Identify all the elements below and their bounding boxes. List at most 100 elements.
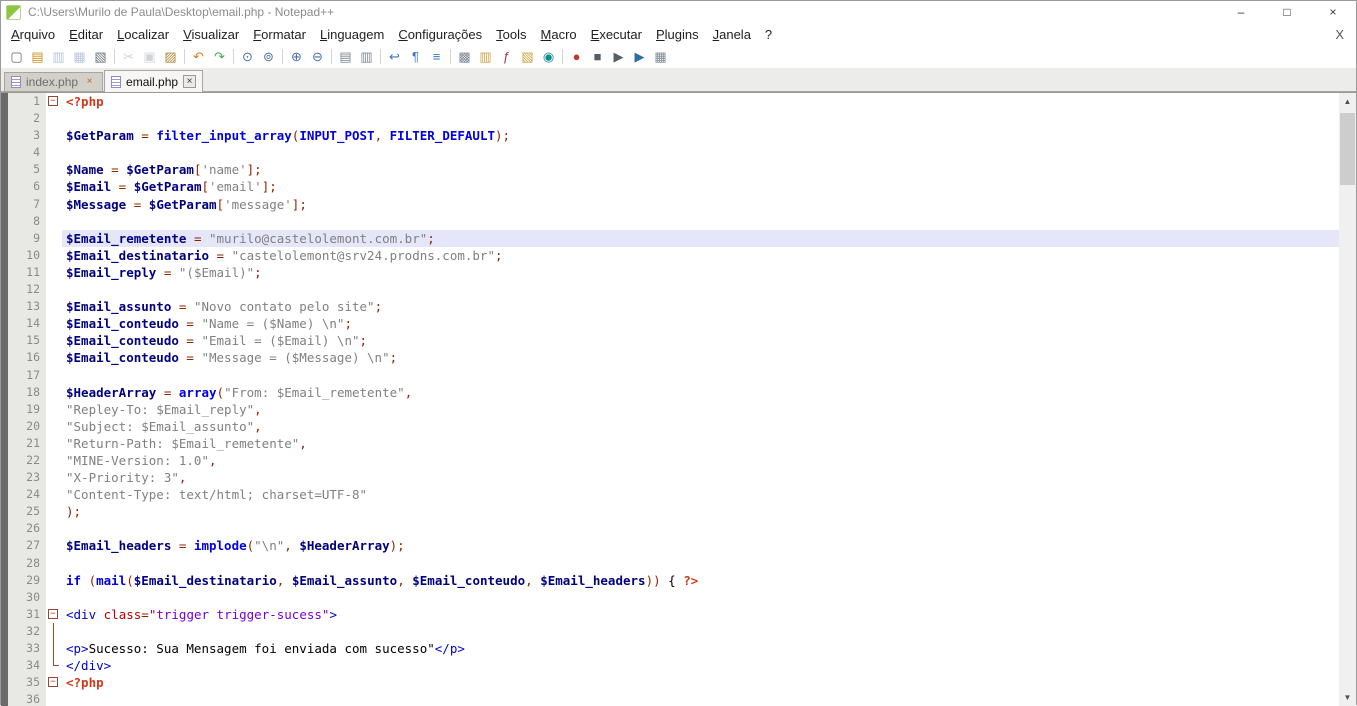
code-line[interactable]: 32: [8, 623, 1339, 640]
minimize-button[interactable]: –: [1218, 1, 1264, 23]
menu-item-macro[interactable]: Macro: [534, 25, 584, 44]
code-line[interactable]: 21"Return-Path: $Email_remetente",: [8, 435, 1339, 452]
code-line[interactable]: 28: [8, 555, 1339, 572]
code-line[interactable]: 23"X-Priority: 3",: [8, 469, 1339, 486]
code-line[interactable]: 15$Email_conteudo = "Email = ($Email) \n…: [8, 332, 1339, 349]
code-line[interactable]: 17: [8, 367, 1339, 384]
macro-stop-icon[interactable]: ■: [587, 47, 608, 67]
code-line[interactable]: 24"Content-Type: text/html; charset=UTF-…: [8, 486, 1339, 503]
macro-play-icon[interactable]: ▶: [608, 47, 629, 67]
menu-item-arquivo[interactable]: Arquivo: [4, 25, 62, 44]
code-text: $Message = $GetParam['message'];: [62, 196, 1339, 213]
user-dialog-icon[interactable]: ▩: [454, 47, 475, 67]
code-line[interactable]: 30: [8, 589, 1339, 606]
fold-collapse-icon[interactable]: −: [48, 96, 58, 106]
tab-close-icon[interactable]: ×: [83, 76, 96, 89]
menu-close-document-icon[interactable]: X: [1323, 27, 1356, 42]
doc-map-icon[interactable]: ▥: [475, 47, 496, 67]
menu-item-plugins[interactable]: Plugins: [649, 25, 706, 44]
code-line[interactable]: 3$GetParam = filter_input_array(INPUT_PO…: [8, 127, 1339, 144]
code-area[interactable]: 1−<?php23$GetParam = filter_input_array(…: [8, 93, 1339, 706]
code-line[interactable]: 29if (mail($Email_destinatario, $Email_a…: [8, 572, 1339, 589]
menu-bar-items: ArquivoEditarLocalizarVisualizarFormatar…: [4, 25, 779, 44]
menu-item-help[interactable]: ?: [758, 25, 779, 44]
folder-workspace-icon[interactable]: ▧: [517, 47, 538, 67]
menu-item-tools[interactable]: Tools: [489, 25, 533, 44]
code-line[interactable]: 34</div>: [8, 657, 1339, 674]
new-file-icon[interactable]: ▢: [6, 47, 27, 67]
editor: 1−<?php23$GetParam = filter_input_array(…: [1, 92, 1356, 706]
code-line[interactable]: 33<p>Sucesso: Sua Mensagem foi enviada c…: [8, 640, 1339, 657]
code-line[interactable]: 26: [8, 520, 1339, 537]
menu-item-janela[interactable]: Janela: [706, 25, 758, 44]
code-text: "MINE-Version: 1.0",: [62, 452, 1339, 469]
replace-icon[interactable]: ⊚: [258, 47, 279, 67]
code-line[interactable]: 16$Email_conteudo = "Message = ($Message…: [8, 349, 1339, 366]
code-line[interactable]: 6$Email = $GetParam['email'];: [8, 178, 1339, 195]
vertical-scrollbar[interactable]: ▲ ▼: [1339, 93, 1356, 706]
scroll-up-icon[interactable]: ▲: [1339, 93, 1356, 110]
code-line[interactable]: 25);: [8, 503, 1339, 520]
code-line[interactable]: 1−<?php: [8, 93, 1339, 110]
paste-icon[interactable]: ▨: [160, 47, 181, 67]
menu-item-localizar[interactable]: Localizar: [110, 25, 176, 44]
menu-item-editar[interactable]: Editar: [62, 25, 110, 44]
monitoring-icon[interactable]: ◉: [538, 47, 559, 67]
notepadpp-window: { "window": { "title": "C:\\Users\\Muril…: [0, 0, 1357, 705]
code-line[interactable]: 36: [8, 691, 1339, 706]
code-line[interactable]: 14$Email_conteudo = "Name = ($Name) \n";: [8, 315, 1339, 332]
show-all-chars-icon[interactable]: ¶: [405, 47, 426, 67]
tab-email-php[interactable]: email.php×: [104, 70, 203, 92]
code-line[interactable]: 27$Email_headers = implode("\n", $Header…: [8, 537, 1339, 554]
find-icon[interactable]: ⊙: [237, 47, 258, 67]
menu-item-visualizar[interactable]: Visualizar: [176, 25, 246, 44]
code-line[interactable]: 19"Repley-To: $Email_reply",: [8, 401, 1339, 418]
code-line[interactable]: 11$Email_reply = "($Email)";: [8, 264, 1339, 281]
open-folder-icon[interactable]: ▤: [27, 47, 48, 67]
code-line[interactable]: 22"MINE-Version: 1.0",: [8, 452, 1339, 469]
sync-vertical-icon[interactable]: ▤: [335, 47, 356, 67]
scrollbar-thumb[interactable]: [1340, 113, 1355, 185]
tab-index-php[interactable]: index.php×: [4, 72, 103, 91]
macro-run-multiple-icon[interactable]: ▶: [629, 47, 650, 67]
function-list-icon[interactable]: ƒ: [496, 47, 517, 67]
sync-horizontal-icon[interactable]: ▥: [356, 47, 377, 67]
menu-item-executar[interactable]: Executar: [584, 25, 649, 44]
code-line[interactable]: 9$Email_remetente = "murilo@castelolemon…: [8, 230, 1339, 247]
code-line[interactable]: 31−<div class="trigger trigger-sucess">: [8, 606, 1339, 623]
macro-save-icon[interactable]: ▦: [650, 47, 671, 67]
code-line[interactable]: 35−<?php: [8, 674, 1339, 691]
code-line[interactable]: 20"Subject: $Email_assunto",: [8, 418, 1339, 435]
code-line[interactable]: 5$Name = $GetParam['name'];: [8, 161, 1339, 178]
fold-collapse-icon[interactable]: −: [48, 609, 58, 619]
line-number: 7: [8, 196, 46, 213]
code-line[interactable]: 2: [8, 110, 1339, 127]
macro-record-icon[interactable]: ●: [566, 47, 587, 67]
undo-icon[interactable]: ↶: [188, 47, 209, 67]
code-line[interactable]: 18$HeaderArray = array("From: $Email_rem…: [8, 384, 1339, 401]
scroll-down-icon[interactable]: ▼: [1339, 689, 1356, 706]
tab-close-icon[interactable]: ×: [183, 75, 196, 88]
window-title: C:\Users\Murilo de Paula\Desktop\email.p…: [28, 5, 334, 19]
close-button[interactable]: ×: [1310, 1, 1356, 23]
code-line[interactable]: 4: [8, 144, 1339, 161]
indent-guide-icon[interactable]: ≡: [426, 47, 447, 67]
fold-collapse-icon[interactable]: −: [48, 677, 58, 687]
code-line[interactable]: 7 $Message = $GetParam['message'];: [8, 196, 1339, 213]
redo-icon[interactable]: ↷: [209, 47, 230, 67]
code-line[interactable]: 13$Email_assunto = "Novo contato pelo si…: [8, 298, 1339, 315]
code-line[interactable]: 10$Email_destinatario = "castelolemont@s…: [8, 247, 1339, 264]
print-icon[interactable]: ▧: [90, 47, 111, 67]
code-line[interactable]: 8: [8, 213, 1339, 230]
menu-item-linguagem[interactable]: Linguagem: [313, 25, 391, 44]
zoom-in-icon[interactable]: ⊕: [286, 47, 307, 67]
fold-margin: [46, 520, 62, 537]
zoom-out-icon[interactable]: ⊖: [307, 47, 328, 67]
line-number: 11: [8, 264, 46, 281]
maximize-button[interactable]: □: [1264, 1, 1310, 23]
menu-item-formatar[interactable]: Formatar: [246, 25, 313, 44]
code-line[interactable]: 12: [8, 281, 1339, 298]
code-text: [62, 691, 1339, 706]
word-wrap-icon[interactable]: ↩: [384, 47, 405, 67]
menu-item-configuracoes[interactable]: Configurações: [391, 25, 489, 44]
